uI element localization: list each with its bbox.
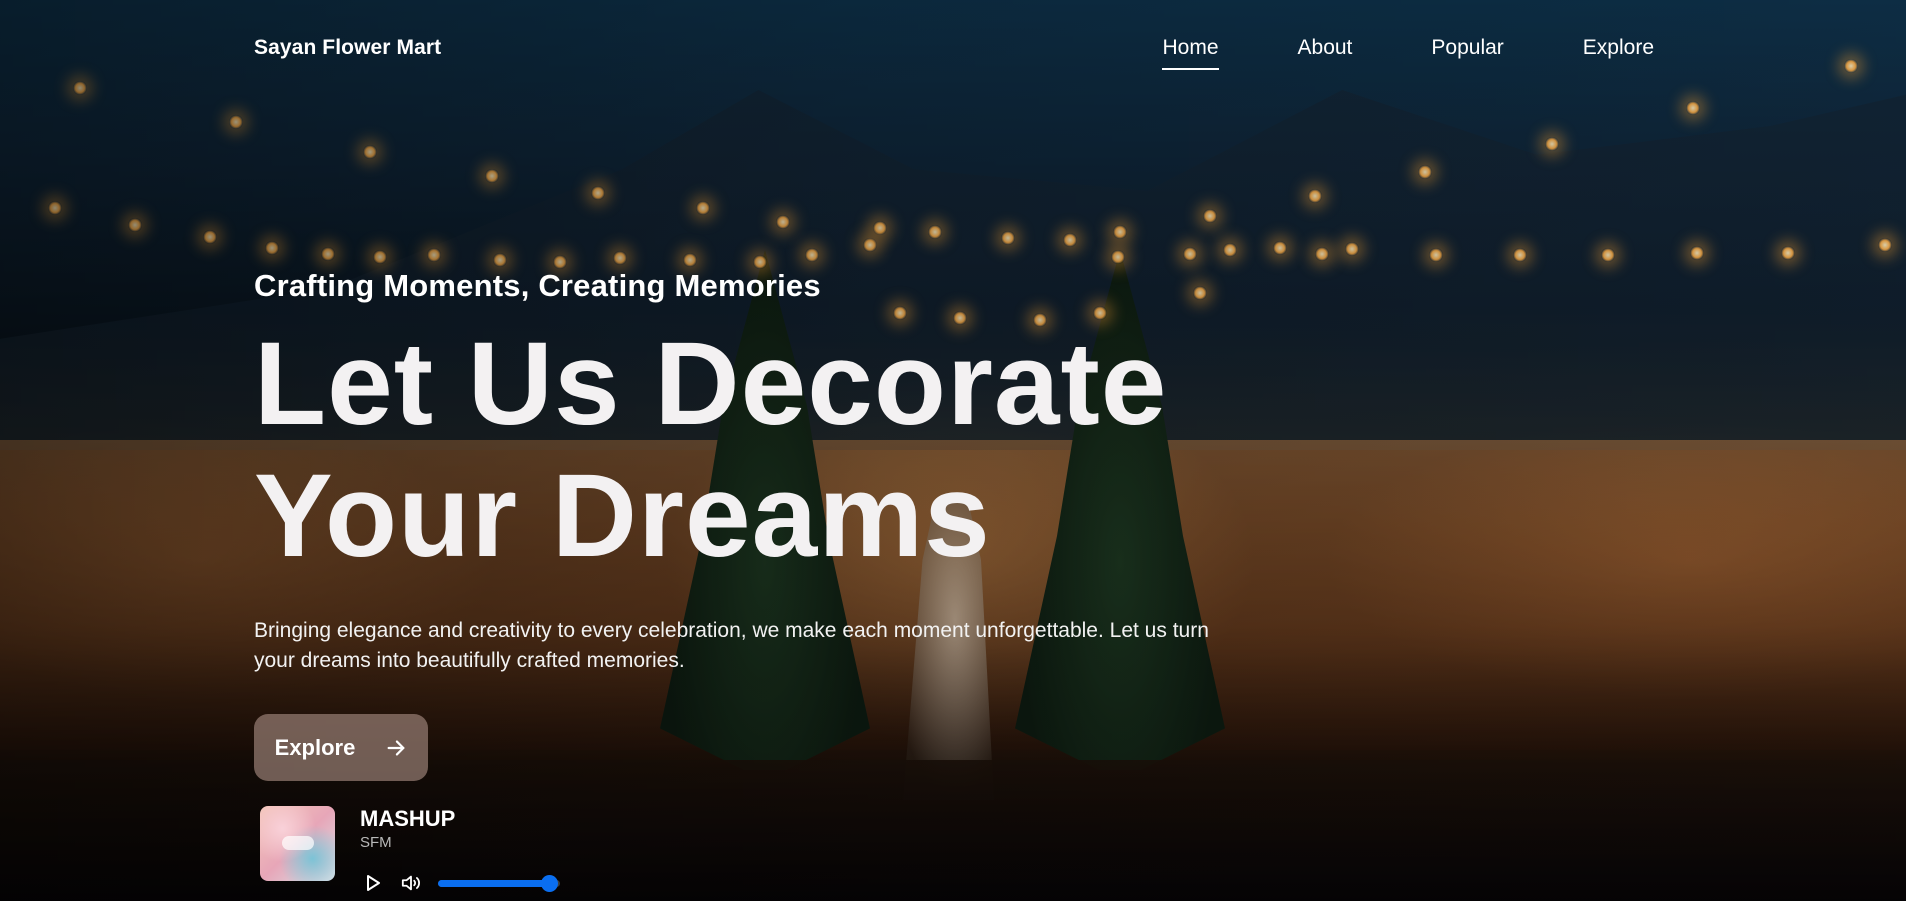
nav-item-popular[interactable]: Popular xyxy=(1431,36,1503,70)
arrow-right-icon xyxy=(387,739,405,756)
nav-item-home[interactable]: Home xyxy=(1162,36,1219,70)
explore-button-label: Explore xyxy=(274,734,356,760)
volume-slider-thumb[interactable] xyxy=(541,875,559,892)
volume-slider[interactable] xyxy=(438,875,560,892)
player-controls xyxy=(362,872,560,894)
track-artist: SFM xyxy=(360,834,392,851)
explore-button[interactable]: Explore xyxy=(254,714,428,781)
play-icon[interactable] xyxy=(362,872,384,894)
brand-logo[interactable]: Sayan Flower Mart xyxy=(254,36,441,60)
hero-tagline: Crafting Moments, Creating Memories xyxy=(254,268,821,303)
album-cover xyxy=(260,806,335,881)
hero-headline-line-1: Let Us Decorate xyxy=(254,318,1168,450)
main-nav: Home About Popular Explore xyxy=(1162,36,1654,70)
nav-item-about[interactable]: About xyxy=(1298,36,1353,70)
hero-section: Crafting Moments, Creating Memories Let … xyxy=(254,268,1254,676)
track-title: MASHUP xyxy=(360,806,456,831)
hero-headline-line-2: Your Dreams xyxy=(254,450,991,582)
hero-headline: Let Us Decorate Your Dreams xyxy=(254,318,1254,582)
volume-icon[interactable] xyxy=(400,872,422,894)
nav-item-explore[interactable]: Explore xyxy=(1583,36,1654,70)
hero-description: Bringing elegance and creativity to ever… xyxy=(254,619,1209,672)
site-header: Sayan Flower Mart Home About Popular Exp… xyxy=(254,36,1654,76)
volume-slider-fill xyxy=(438,880,550,887)
